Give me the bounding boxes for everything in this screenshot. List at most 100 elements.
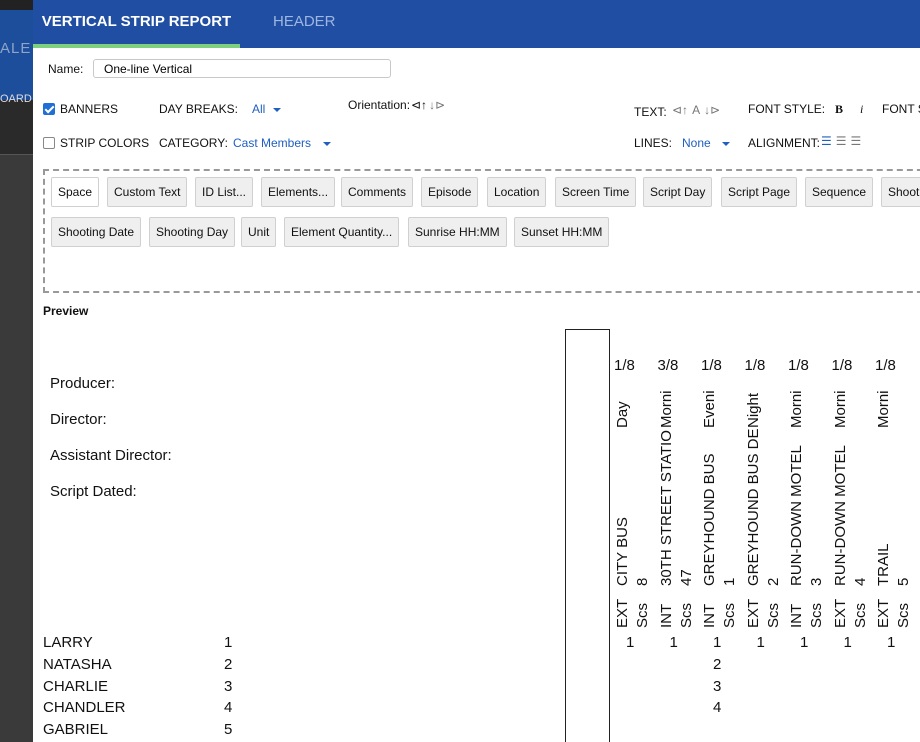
chevron-down-icon	[323, 141, 332, 146]
name-input[interactable]	[93, 59, 391, 78]
text-rotate-left-icon[interactable]: ⊲↑	[672, 103, 688, 117]
strip-scene-number: 5	[895, 577, 912, 586]
strip-pages: 1/8	[701, 357, 722, 374]
background-app-bar	[0, 100, 33, 155]
strip-location: TRAIL	[875, 543, 892, 586]
bold-button[interactable]: B	[835, 102, 843, 117]
text-direction-buttons[interactable]: ⊲↑ A ↓⊳	[672, 103, 720, 117]
tab-vertical-strip-report[interactable]: VERTICAL STRIP REPORT	[33, 0, 240, 48]
cast-name: GABRIEL	[43, 721, 109, 738]
font-style-label: FONT STYLE:	[748, 102, 826, 116]
text-rotate-right-icon[interactable]: ↓⊳	[704, 103, 720, 117]
strip-cast-id: 1	[887, 634, 896, 651]
field-button-location[interactable]: Location	[487, 177, 547, 207]
name-label: Name:	[48, 62, 84, 76]
tab-bar: VERTICAL STRIP REPORT HEADER	[33, 0, 920, 48]
text-upright-icon[interactable]: A	[692, 103, 700, 117]
strip-colors-label: STRIP COLORS	[60, 136, 150, 150]
field-button-unit[interactable]: Unit	[241, 217, 277, 247]
field-button-screen-time[interactable]: Screen Time	[555, 177, 637, 207]
strip-cast-id: 1	[669, 634, 678, 651]
cast-name: CHARLIE	[43, 678, 109, 695]
strip-scs-label: Scs	[808, 602, 825, 628]
strip-scene-number: 1	[721, 577, 738, 586]
field-button-shooting-date[interactable]: Shooting Date	[51, 217, 142, 247]
strip-int-ext: EXT	[875, 598, 892, 628]
banners-checkbox[interactable]	[43, 103, 55, 115]
text-label: TEXT:	[634, 105, 667, 119]
strip-location: RUN-DOWN MOTEL	[788, 445, 805, 586]
strip-pages: 1/8	[788, 357, 809, 374]
strip-cast-id: 2	[713, 656, 722, 673]
field-button-script-page[interactable]: Script Page	[721, 177, 798, 207]
cast-id: 3	[224, 678, 233, 695]
tab-header[interactable]: HEADER	[273, 0, 336, 48]
strip-pages: 1/8	[614, 357, 635, 374]
background-app-text: ALE	[0, 40, 32, 57]
category-label: CATEGORY:	[159, 136, 228, 150]
align-right-icon[interactable]: ☰	[851, 134, 862, 148]
background-app-topbar	[0, 0, 33, 10]
category-value: Cast Members	[233, 136, 312, 150]
strip-scene-number: 3	[808, 577, 825, 586]
cast-id: 5	[224, 721, 233, 738]
report-editor-panel: VERTICAL STRIP REPORT HEADER Name: BANNE…	[33, 0, 920, 742]
field-button-sunrise[interactable]: Sunrise HH:MM	[408, 217, 507, 247]
strip-time-of-day: Day	[614, 401, 631, 428]
cast-name: LARRY	[43, 634, 93, 651]
strip-pages: 1/8	[875, 357, 896, 374]
cast-id: 1	[224, 634, 233, 651]
strip-scs-label: Scs	[677, 602, 695, 628]
strip-int-ext: INT	[788, 603, 805, 628]
category-dropdown[interactable]: Cast Members	[233, 136, 332, 150]
alignment-buttons[interactable]: ☰ ☰ ☰	[821, 134, 861, 148]
header-director: Director:	[50, 411, 107, 428]
strip-location: RUN-DOWN MOTEL	[831, 445, 849, 586]
field-button-shooting[interactable]: Shoot	[881, 177, 920, 207]
strip-pages: 1/8	[831, 357, 853, 374]
strip-time-of-day: Morni	[657, 390, 675, 428]
strip-scs-label: Scs	[764, 602, 782, 628]
strip-scs-label: Scs	[851, 602, 869, 628]
strip-cast-id: 1	[843, 634, 852, 651]
field-button-episode[interactable]: Episode	[421, 177, 479, 207]
strip-time-of-day: Night	[744, 392, 762, 428]
strip-pages: 1/8	[744, 357, 766, 374]
field-button-shooting-day[interactable]: Shooting Day	[149, 217, 236, 247]
field-button-sequence[interactable]: Sequence	[805, 177, 874, 207]
strip-cast-id: 3	[713, 678, 722, 695]
field-button-id-list[interactable]: ID List...	[195, 177, 254, 207]
strip-cast-id: 4	[713, 699, 722, 716]
field-button-script-day[interactable]: Script Day	[643, 177, 713, 207]
strip-time-of-day: Eveni	[701, 390, 718, 428]
field-button-elements[interactable]: Elements...	[261, 177, 336, 207]
align-center-icon[interactable]: ☰	[836, 134, 847, 148]
strip-scene-number: 2	[764, 577, 782, 586]
strip-int-ext: EXT	[614, 598, 631, 628]
strip-cast-id: 1	[756, 634, 765, 651]
header-assistant-director: Assistant Director:	[50, 447, 172, 464]
chevron-down-icon	[721, 141, 730, 146]
orientation-buttons[interactable]: ⊲↑ ↓⊳	[411, 98, 445, 112]
strip-cast-id: 1	[713, 634, 722, 651]
strip-cast-id: 1	[626, 634, 635, 651]
strip-time-of-day: Morni	[875, 390, 892, 428]
cast-name: NATASHA	[43, 656, 112, 673]
day-breaks-dropdown[interactable]: All	[252, 102, 282, 116]
cast-name: CHANDLER	[43, 699, 126, 716]
font-size-label: FONT S	[882, 102, 920, 116]
field-button-custom-text[interactable]: Custom Text	[107, 177, 188, 207]
lines-dropdown[interactable]: None	[682, 136, 730, 150]
orientation-vertical-icon[interactable]: ⊲↑	[411, 98, 427, 112]
italic-button[interactable]: i	[860, 102, 863, 117]
orientation-rotated-icon[interactable]: ↓⊳	[429, 98, 445, 112]
field-button-element-quantity[interactable]: Element Quantity...	[284, 217, 400, 247]
cast-id: 4	[224, 699, 233, 716]
align-left-icon[interactable]: ☰	[821, 134, 832, 148]
field-button-comments[interactable]: Comments	[341, 177, 414, 207]
strip-scene-number: 47	[677, 569, 695, 586]
background-app-strip: ALE OARD	[0, 0, 33, 742]
field-button-sunset[interactable]: Sunset HH:MM	[514, 217, 610, 247]
field-button-space[interactable]: Space	[51, 177, 100, 207]
strip-colors-checkbox[interactable]	[43, 137, 55, 149]
